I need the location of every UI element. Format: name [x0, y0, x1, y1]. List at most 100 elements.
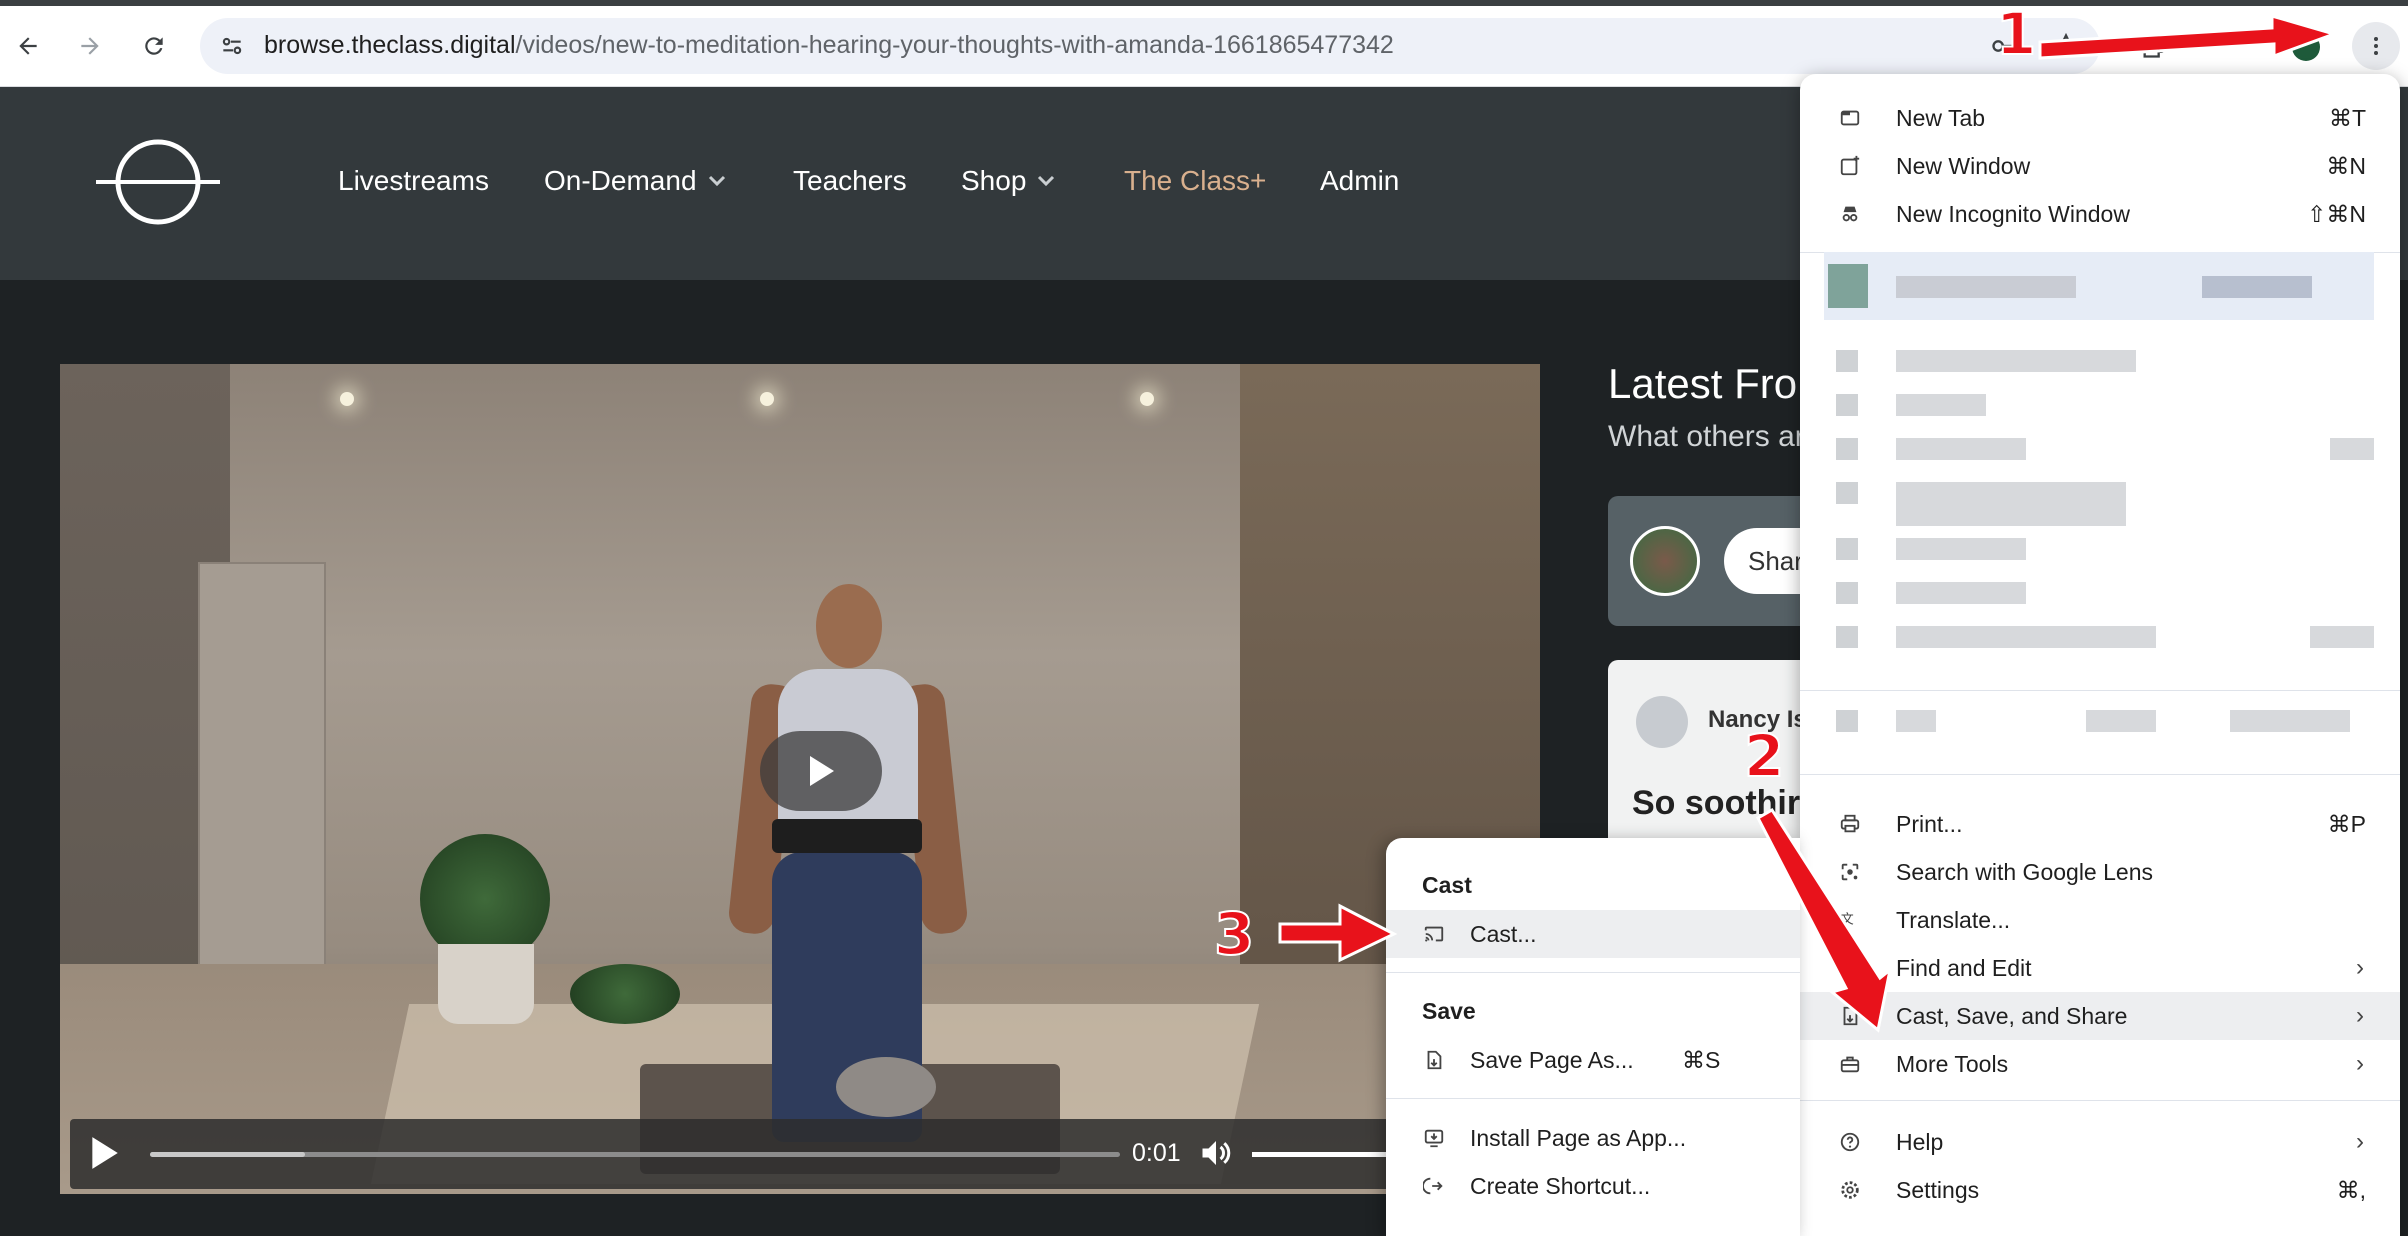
site-info-icon[interactable]	[214, 28, 250, 64]
redacted-row	[1896, 482, 2126, 526]
bookmark-button[interactable]	[2044, 24, 2088, 68]
cast-save-icon	[1838, 1004, 1862, 1028]
submenu-heading-save: Save	[1422, 998, 1476, 1024]
nav-admin[interactable]: Admin	[1320, 165, 1399, 197]
cast-save-share-submenu: Cast Cast... Save Save Page As... ⌘S Ins…	[1386, 838, 1800, 1236]
redacted-row	[2230, 710, 2350, 732]
submenu-item-label: Cast...	[1470, 921, 1537, 947]
redacted-row	[2202, 276, 2312, 298]
submenu-item-save-page-as[interactable]: Save Page As... ⌘S	[1386, 1036, 1800, 1084]
site-logo[interactable]	[96, 139, 220, 230]
menu-item-shortcut: ⌘N	[2326, 152, 2366, 179]
menu-item-search-with-google-lens[interactable]: Search with Google Lens	[1800, 848, 2400, 896]
find-icon	[1838, 956, 1862, 980]
forward-button[interactable]	[68, 24, 112, 68]
redacted-row	[1896, 538, 2026, 560]
menu-item-new-incognito-window[interactable]: New Incognito Window ⇧⌘N	[1800, 190, 2400, 238]
menu-item-settings[interactable]: Settings ⌘,	[1800, 1166, 2400, 1214]
big-play-button[interactable]	[760, 731, 882, 811]
video-scene-person	[816, 584, 882, 668]
submenu-item-create-shortcut[interactable]: Create Shortcut...	[1386, 1162, 1800, 1210]
chevron-down-icon	[1038, 175, 1055, 187]
video-scene-plant	[570, 964, 680, 1024]
nav-on-demand[interactable]: On-Demand	[544, 165, 727, 197]
nav-shop[interactable]: Shop	[961, 165, 1056, 197]
help-icon	[1838, 1130, 1862, 1154]
redacted-profile-section	[1800, 244, 2400, 764]
submenu-item-label: Create Shortcut...	[1470, 1173, 1651, 1199]
redacted-avatar	[1828, 264, 1868, 308]
submenu-item-label: Install Page as App...	[1470, 1125, 1687, 1151]
cast-icon	[1422, 922, 1446, 946]
video-scene-lamp	[340, 392, 354, 406]
menu-divider	[1800, 690, 2400, 691]
svg-text:文: 文	[1841, 913, 1854, 928]
share-input-label: Shar	[1748, 546, 1803, 576]
menu-item-cast-save-and-share[interactable]: Cast, Save, and Share ›	[1800, 992, 2400, 1040]
menu-divider	[1386, 1098, 1800, 1099]
menu-item-print[interactable]: Print... ⌘P	[1800, 800, 2400, 848]
back-arrow-icon	[19, 37, 37, 55]
play-icon	[810, 756, 834, 786]
menu-item-shortcut: ⌘T	[2328, 104, 2366, 131]
latest-section-title: Latest Fro	[1608, 360, 1798, 407]
avatar	[1630, 526, 1700, 596]
nav-livestreams[interactable]: Livestreams	[338, 165, 489, 197]
video-controls: 0:01	[70, 1119, 1540, 1189]
video-player[interactable]: 0:01	[60, 364, 1540, 1194]
translate-icon: 文	[1838, 908, 1862, 932]
nav-teachers[interactable]: Teachers	[793, 165, 907, 197]
menu-item-label: Print...	[1896, 810, 1963, 837]
redacted-row	[1836, 394, 1858, 416]
star-icon	[2053, 32, 2079, 58]
menu-item-label: Help	[1896, 1128, 1944, 1155]
submenu-heading-cast: Cast	[1422, 872, 1472, 898]
chrome-main-menu: New Tab ⌘T New Window ⌘N New Incognito W…	[1800, 74, 2400, 1236]
submenu-item-install-page-as-app[interactable]: Install Page as App...	[1386, 1114, 1800, 1162]
menu-item-label: More Tools	[1896, 1050, 2009, 1077]
save-page-icon	[1422, 1048, 1446, 1072]
menu-item-label: New Window	[1896, 152, 2031, 179]
chevron-right-icon: ›	[2356, 1128, 2364, 1155]
menu-item-more-tools[interactable]: More Tools ›	[1800, 1040, 2400, 1088]
video-scene-lamp	[1140, 392, 1154, 406]
nav-admin-label: Admin	[1320, 165, 1400, 196]
redacted-row	[1836, 710, 1858, 732]
menu-item-new-window[interactable]: New Window ⌘N	[1800, 142, 2400, 190]
install-app-icon	[1422, 1126, 1446, 1150]
redacted-row	[2330, 438, 2374, 460]
menu-item-help[interactable]: Help ›	[1800, 1118, 2400, 1166]
latest-section-subtitle: What others ar	[1608, 420, 1805, 453]
nav-teachers-label: Teachers	[793, 165, 907, 196]
nav-the-class-plus[interactable]: The Class+	[1124, 165, 1266, 197]
redacted-row	[1836, 482, 1858, 504]
submenu-item-shortcut: ⌘S	[1682, 1047, 1721, 1073]
play-button[interactable]	[88, 1135, 120, 1176]
submenu-item-cast[interactable]: Cast...	[1386, 910, 1800, 958]
tools-icon	[1838, 1052, 1862, 1076]
settings-icon	[1838, 1178, 1862, 1202]
shortcut-icon	[1422, 1174, 1446, 1198]
kebab-icon	[2374, 37, 2378, 55]
seek-buffered	[150, 1152, 306, 1157]
menu-item-translate[interactable]: 文 Translate...	[1800, 896, 2400, 944]
profile-avatar[interactable]	[2292, 33, 2320, 61]
menu-item-label: Settings	[1896, 1176, 1980, 1203]
chevron-right-icon: ›	[2356, 1002, 2364, 1029]
mute-button[interactable]	[1198, 1135, 1234, 1176]
chrome-menu-button[interactable]	[2352, 22, 2400, 70]
extensions-button[interactable]	[2132, 24, 2176, 68]
video-scene-pot	[438, 944, 534, 1024]
redacted-row	[1896, 438, 2026, 460]
reload-button[interactable]	[132, 24, 176, 68]
address-bar[interactable]: browse.theclass.digital/videos/new-to-me…	[200, 18, 2100, 74]
menu-item-find-and-edit[interactable]: Find and Edit ›	[1800, 944, 2400, 992]
redacted-row	[1836, 538, 1858, 560]
chevron-right-icon: ›	[2356, 1050, 2364, 1077]
menu-item-label: Cast, Save, and Share	[1896, 1002, 2128, 1029]
back-button[interactable]	[6, 24, 50, 68]
annotation-step-3: 3	[1213, 899, 1255, 969]
redacted-row	[1896, 710, 1936, 732]
menu-item-new-tab[interactable]: New Tab ⌘T	[1800, 94, 2400, 142]
seek-bar[interactable]	[150, 1152, 1120, 1157]
